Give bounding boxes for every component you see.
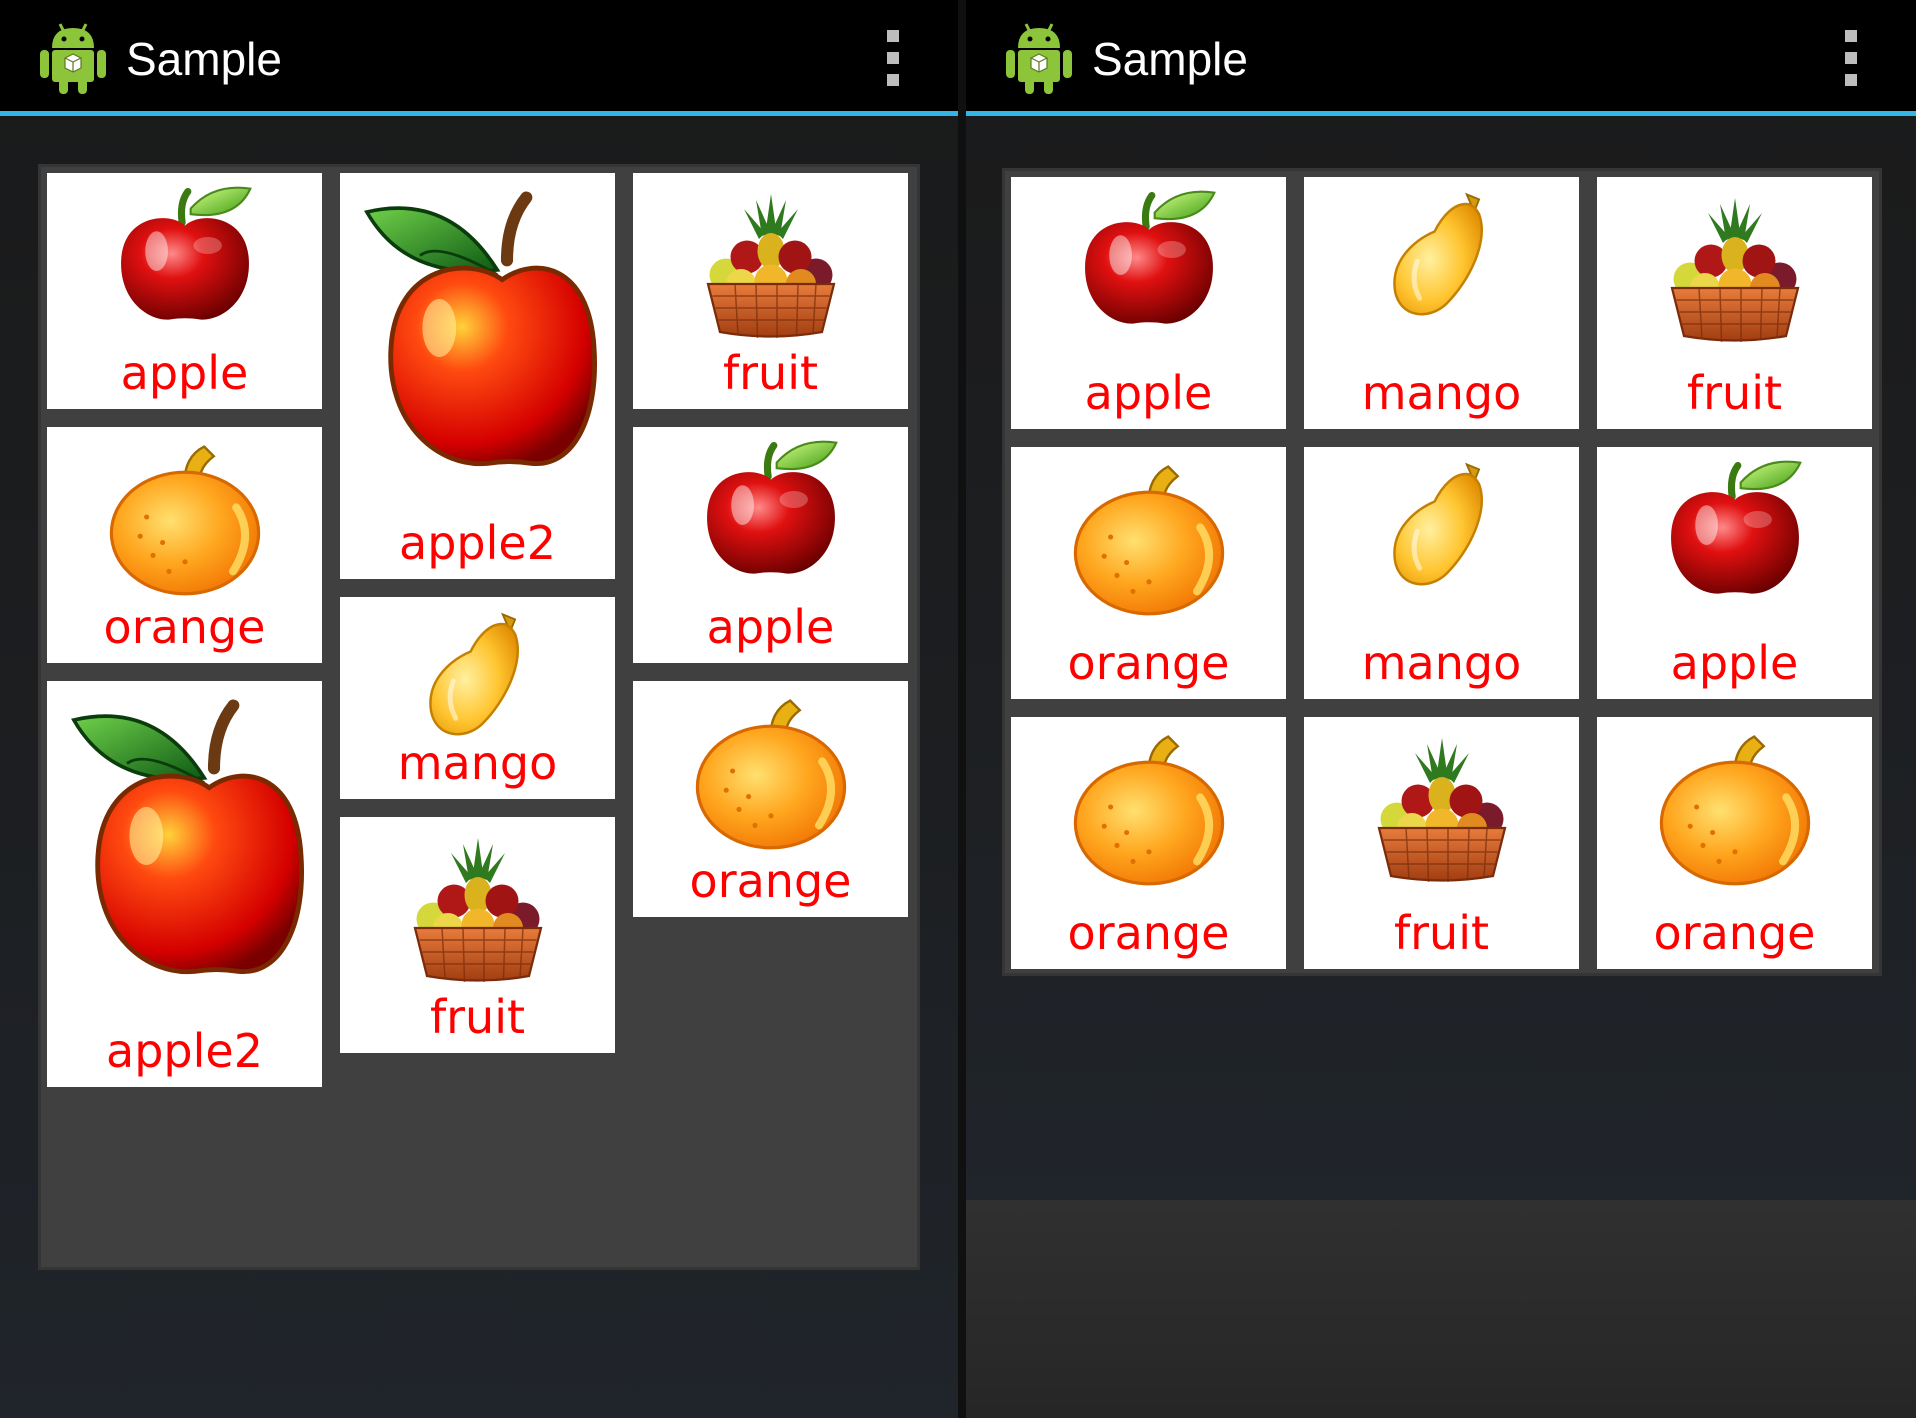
tile-label: orange [1067,906,1230,960]
orange-icon [1068,727,1230,887]
grid-tile[interactable]: apple [47,173,322,409]
grid-tile[interactable]: orange [1597,717,1872,969]
mango-icon [414,607,542,743]
orange-icon [1654,727,1816,887]
action-bar: Sample [0,0,958,116]
grid-tile[interactable]: fruit [633,173,908,409]
fruit-basket-icon [403,827,553,993]
tile-label: mango [1361,366,1522,420]
tile-label: orange [689,854,852,908]
red-apple-icon [697,437,845,579]
action-bar-divider [966,111,1916,116]
tile-label: apple2 [399,516,556,570]
fruit-basket-icon [1660,187,1810,353]
grid-tile[interactable]: orange [1011,447,1286,699]
android-robot-icon[interactable] [1004,20,1074,96]
screen-divider [958,0,966,1418]
action-bar: Sample [966,0,1916,116]
tile-label: fruit [1686,366,1783,420]
grid-tile[interactable]: mango [1304,447,1579,699]
app-title: Sample [1092,33,1248,85]
red-apple-icon [1075,187,1223,329]
grid-tile[interactable]: apple2 [47,681,322,1087]
overflow-menu-icon[interactable] [1844,30,1858,86]
fruit-basket-icon [1367,727,1517,893]
orange-icon [104,437,266,597]
tile-label: apple2 [106,1024,263,1078]
action-bar-divider [0,111,958,116]
grid-tile[interactable]: apple [633,427,908,663]
tile-label: fruit [722,346,819,400]
background-area [966,1200,1916,1418]
overflow-menu-icon[interactable] [886,30,900,86]
grid-tile[interactable]: orange [47,427,322,663]
grid-tile[interactable]: fruit [1597,177,1872,429]
red-apple-icon [1661,457,1809,599]
grid-tile[interactable]: apple2 [340,173,615,579]
app-title: Sample [126,33,282,85]
red-apple-icon [111,183,259,325]
grid-tile[interactable]: orange [633,681,908,917]
grid-tile[interactable]: fruit [340,817,615,1053]
right-screen: Sample apple mango fruit orange mango apple or… [966,0,1916,1200]
tile-label: apple [120,346,249,400]
uniform-grid[interactable]: apple mango fruit orange mango apple orange fru… [1002,168,1882,976]
staggered-grid[interactable]: apple orange apple2 apple2 mango fruit fruit ap… [38,164,920,1270]
grid-tile[interactable]: apple [1597,447,1872,699]
fruit-basket-icon [696,183,846,349]
grid-tile[interactable]: mango [1304,177,1579,429]
grid-tile[interactable]: orange [1011,717,1286,969]
big-apple-icon [62,691,308,981]
mango-icon [1378,187,1506,323]
tile-label: orange [1653,906,1816,960]
tile-label: orange [1067,636,1230,690]
tile-label: apple [1084,366,1213,420]
left-screen: Sample apple orange apple2 apple2 mango fruit… [0,0,958,1418]
big-apple-icon [355,183,601,473]
mango-icon [1378,457,1506,593]
tile-label: mango [397,736,558,790]
tile-label: fruit [429,990,526,1044]
grid-tile[interactable]: mango [340,597,615,799]
grid-tile[interactable]: fruit [1304,717,1579,969]
tile-label: mango [1361,636,1522,690]
orange-icon [690,691,852,851]
android-robot-icon[interactable] [38,20,108,96]
tile-label: orange [103,600,266,654]
tile-label: fruit [1393,906,1490,960]
tile-label: apple [706,600,835,654]
tile-label: apple [1670,636,1799,690]
grid-tile[interactable]: apple [1011,177,1286,429]
orange-icon [1068,457,1230,617]
